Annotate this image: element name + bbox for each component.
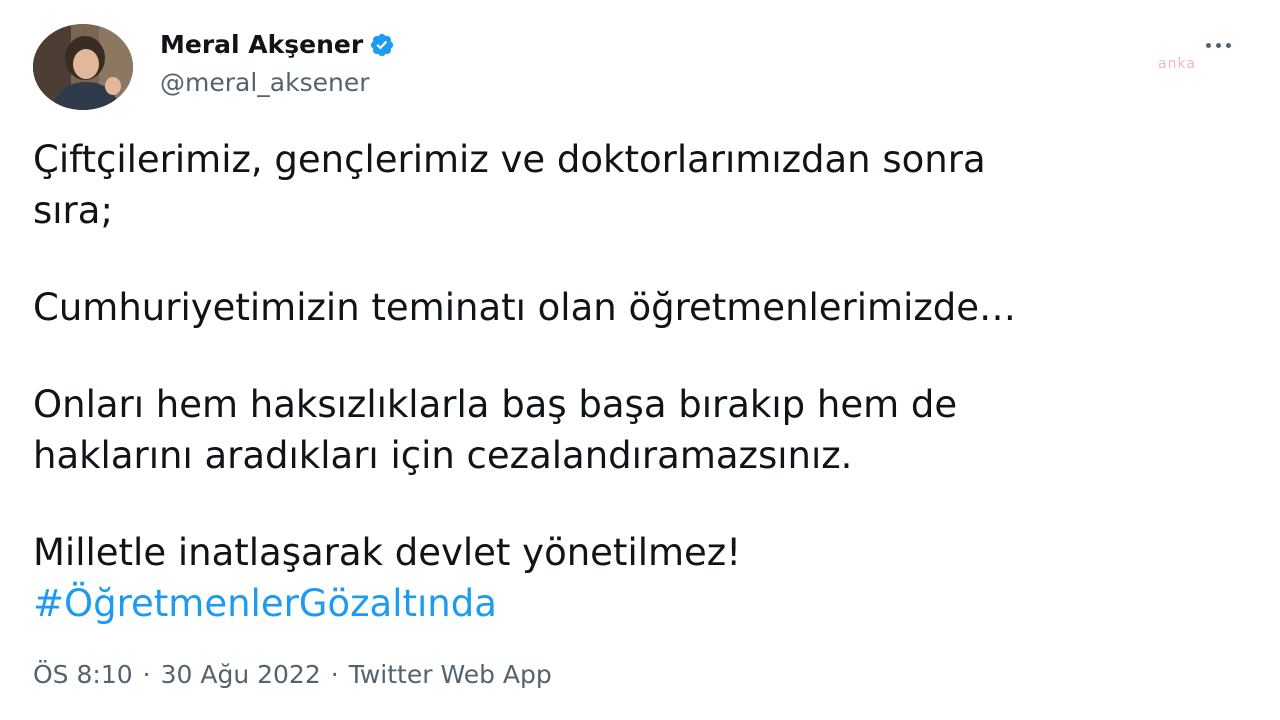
- tweet-paragraph: Çiftçilerimiz, gençlerimiz ve doktorları…: [33, 134, 1233, 236]
- tweet-card: Meral Akşener @meral_aksener anka Çiftçi…: [0, 0, 1280, 720]
- meta-separator: ·: [142, 660, 151, 689]
- dot: [1215, 42, 1221, 48]
- tweet-line: Çiftçilerimiz, gençlerimiz ve doktorları…: [33, 138, 986, 181]
- tweet-paragraph: Cumhuriyetimizin teminatı olan öğretmenl…: [33, 282, 1233, 333]
- tweet-metadata: ÖS 8:10 · 30 Ağu 2022 · Twitter Web App: [33, 657, 552, 693]
- avatar-image: [33, 24, 133, 110]
- display-name[interactable]: Meral Akşener: [160, 28, 363, 62]
- verified-badge-icon: [369, 32, 395, 58]
- watermark: anka: [1158, 56, 1196, 72]
- dot: [1225, 42, 1231, 48]
- author-block: Meral Akşener @meral_aksener: [160, 28, 395, 100]
- tweet-paragraph: Onları hem haksızlıklarla baş başa bırak…: [33, 379, 1233, 481]
- hashtag-link[interactable]: #ÖğretmenlerGözaltında: [33, 578, 497, 629]
- tweet-date[interactable]: 30 Ağu 2022: [161, 657, 321, 693]
- tweet-line: sıra;: [33, 189, 113, 232]
- tweet-line: Onları hem haksızlıklarla baş başa bırak…: [33, 383, 958, 426]
- avatar[interactable]: [33, 24, 133, 110]
- tweet-line: Cumhuriyetimizin teminatı olan öğretmenl…: [33, 286, 1017, 329]
- name-row: Meral Akşener: [160, 28, 395, 62]
- tweet-source[interactable]: Twitter Web App: [349, 657, 552, 693]
- tweet-line: haklarını aradıkları için cezalandıramaz…: [33, 434, 853, 477]
- tweet-line: Milletle inatlaşarak devlet yönetilmez!: [33, 531, 742, 574]
- tweet-text: Çiftçilerimiz, gençlerimiz ve doktorları…: [33, 134, 1233, 629]
- dot: [1205, 42, 1211, 48]
- tweet-time[interactable]: ÖS 8:10: [33, 657, 133, 693]
- user-handle[interactable]: @meral_aksener: [160, 66, 395, 100]
- meta-separator: ·: [330, 660, 339, 689]
- more-options-icon[interactable]: [1196, 30, 1240, 60]
- tweet-paragraph: Milletle inatlaşarak devlet yönetilmez! …: [33, 527, 1233, 629]
